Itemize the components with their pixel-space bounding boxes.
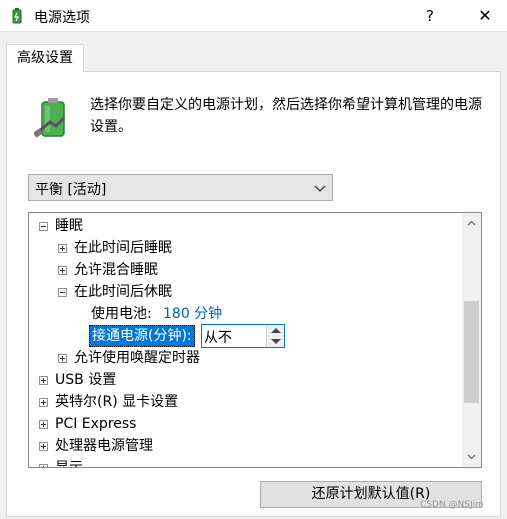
scrollbar-thumb[interactable] <box>464 301 479 403</box>
title-bar: 电源选项 ? ✕ <box>0 0 507 32</box>
chevron-down-icon <box>314 185 326 192</box>
collapse-icon[interactable] <box>39 222 48 231</box>
tree-item-label: USB 设置 <box>55 372 117 388</box>
expand-icon[interactable] <box>58 244 67 253</box>
expand-icon[interactable] <box>58 354 67 363</box>
tree-item-on-battery[interactable]: 使用电池: 180 分钟 <box>29 303 459 325</box>
tree-item-processor-power[interactable]: 处理器电源管理 <box>29 435 459 457</box>
stepper-down-icon[interactable] <box>271 339 281 344</box>
tree-item-label: PCI Express <box>55 416 137 432</box>
plugged-in-stepper[interactable]: 从不 <box>201 324 285 348</box>
tree-item-label: 允许混合睡眠 <box>74 262 158 278</box>
on-battery-label: 使用电池: <box>91 306 152 322</box>
scroll-down-icon[interactable] <box>467 452 476 461</box>
power-plan-select[interactable]: 平衡 [活动] <box>28 174 333 201</box>
expand-icon[interactable] <box>39 398 48 407</box>
expand-icon[interactable] <box>58 266 67 275</box>
tree-item-usb[interactable]: USB 设置 <box>29 369 459 391</box>
watermark: CSDN @NSJim <box>420 500 484 510</box>
tree-item-sleep-after[interactable]: 在此时间后睡眠 <box>29 237 459 259</box>
tree-item-pci-express[interactable]: PCI Express <box>29 413 459 435</box>
tree-item-sleep[interactable]: 睡眠 <box>29 215 459 237</box>
plugged-in-label: 接通电源(分钟): <box>89 325 195 347</box>
tree-item-hibernate-after[interactable]: 在此时间后休眠 <box>29 281 459 303</box>
tree-item-plugged-in[interactable]: 接通电源(分钟): 从不 <box>29 324 459 348</box>
help-button[interactable]: ? <box>410 0 450 32</box>
tree-item-label: 在此时间后休眠 <box>74 284 172 300</box>
on-battery-value[interactable]: 180 分钟 <box>163 303 222 325</box>
vertical-scrollbar[interactable] <box>462 213 481 467</box>
battery-plug-icon <box>34 98 66 138</box>
tree-item-label: 英特尔(R) 显卡设置 <box>55 394 179 410</box>
scroll-up-icon[interactable] <box>467 219 476 228</box>
plugged-in-value[interactable]: 从不 <box>204 327 232 349</box>
power-plan-value: 平衡 [活动] <box>35 182 107 198</box>
expand-icon[interactable] <box>39 464 48 467</box>
tree-item-label: 处理器电源管理 <box>55 438 153 454</box>
tree-item-intel-graphics[interactable]: 英特尔(R) 显卡设置 <box>29 391 459 413</box>
tab-advanced-settings[interactable]: 高级设置 <box>6 44 84 72</box>
settings-tree[interactable]: 睡眠 在此时间后睡眠 允许混合睡眠 在此时间后休眠 使用电池: 180 分钟 接… <box>28 212 482 468</box>
tree-item-wake-timers[interactable]: 允许使用唤醒定时器 <box>29 347 459 369</box>
close-button[interactable]: ✕ <box>463 0 507 32</box>
tree-item-hybrid-sleep[interactable]: 允许混合睡眠 <box>29 259 459 281</box>
tree-item-label: 在此时间后睡眠 <box>74 240 172 256</box>
tree-item-label: 显示 <box>55 460 83 468</box>
description-text: 选择你要自定义的电源计划，然后选择你希望计算机管理的电源设置。 <box>90 97 482 135</box>
expand-icon[interactable] <box>39 376 48 385</box>
stepper-up-icon[interactable] <box>271 328 281 333</box>
tree-item-display[interactable]: 显示 <box>29 457 459 468</box>
stepper-buttons[interactable] <box>266 325 284 347</box>
collapse-icon[interactable] <box>58 288 67 297</box>
power-options-icon <box>12 8 22 24</box>
tree-item-label: 睡眠 <box>55 218 83 234</box>
tree-item-label: 允许使用唤醒定时器 <box>74 350 200 366</box>
expand-icon[interactable] <box>39 420 48 429</box>
expand-icon[interactable] <box>39 442 48 451</box>
window-title: 电源选项 <box>34 10 90 26</box>
